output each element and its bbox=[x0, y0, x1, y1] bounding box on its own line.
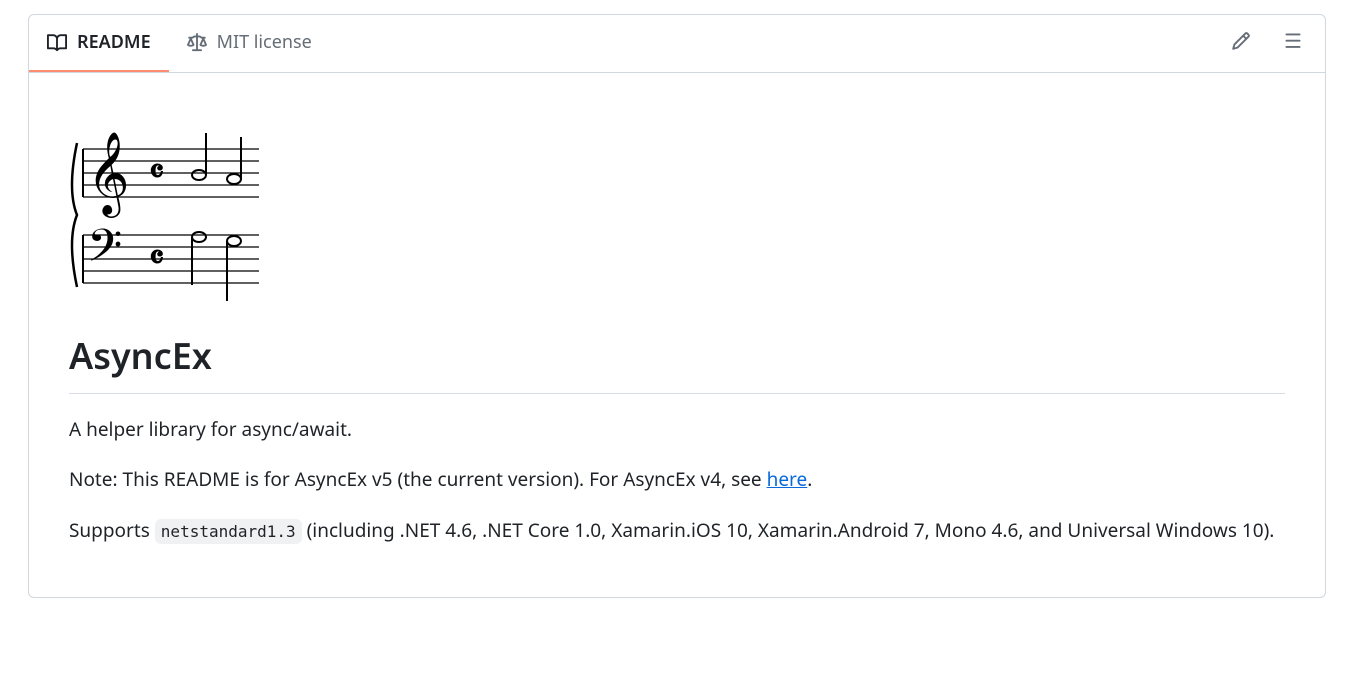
svg-text:𝄴: 𝄴 bbox=[149, 154, 164, 191]
svg-text:𝄴: 𝄴 bbox=[149, 240, 164, 277]
readme-note: Note: This README is for AsyncEx v5 (the… bbox=[69, 464, 1285, 494]
supports-suffix-text: (including .NET 4.6, .NET Core 1.0, Xama… bbox=[302, 517, 1275, 543]
book-icon bbox=[47, 33, 67, 53]
readme-container: README MIT license bbox=[28, 14, 1326, 598]
readme-supports: Supports netstandard1.3 (including .NET … bbox=[69, 515, 1285, 545]
netstandard-code: netstandard1.3 bbox=[155, 519, 302, 544]
logo-image: 𝄞 𝄢 𝄴 𝄴 bbox=[69, 105, 1285, 305]
tab-header: README MIT license bbox=[29, 15, 1325, 73]
outline-button[interactable] bbox=[1277, 25, 1309, 63]
here-link[interactable]: here bbox=[767, 466, 808, 492]
tab-readme[interactable]: README bbox=[29, 15, 169, 72]
svg-text:𝄢: 𝄢 bbox=[87, 221, 122, 282]
pencil-icon bbox=[1231, 31, 1251, 51]
list-icon bbox=[1283, 31, 1303, 51]
tabs-list: README MIT license bbox=[29, 15, 330, 72]
readme-description: A helper library for async/await. bbox=[69, 414, 1285, 444]
readme-title: AsyncEx bbox=[69, 329, 1285, 394]
tab-license[interactable]: MIT license bbox=[169, 15, 330, 72]
tab-license-label: MIT license bbox=[217, 29, 312, 56]
svg-text:𝄞: 𝄞 bbox=[87, 132, 130, 218]
readme-content: 𝄞 𝄢 𝄴 𝄴 AsyncEx A helper library bbox=[29, 73, 1325, 597]
edit-button[interactable] bbox=[1225, 25, 1257, 63]
supports-prefix-text: Supports bbox=[69, 517, 155, 543]
tab-readme-label: README bbox=[77, 29, 151, 56]
music-notation-icon: 𝄞 𝄢 𝄴 𝄴 bbox=[69, 105, 269, 305]
law-icon bbox=[187, 33, 207, 53]
action-icons bbox=[1225, 25, 1309, 63]
note-suffix-text: . bbox=[807, 466, 812, 492]
note-prefix-text: Note: This README is for AsyncEx v5 (the… bbox=[69, 466, 767, 492]
